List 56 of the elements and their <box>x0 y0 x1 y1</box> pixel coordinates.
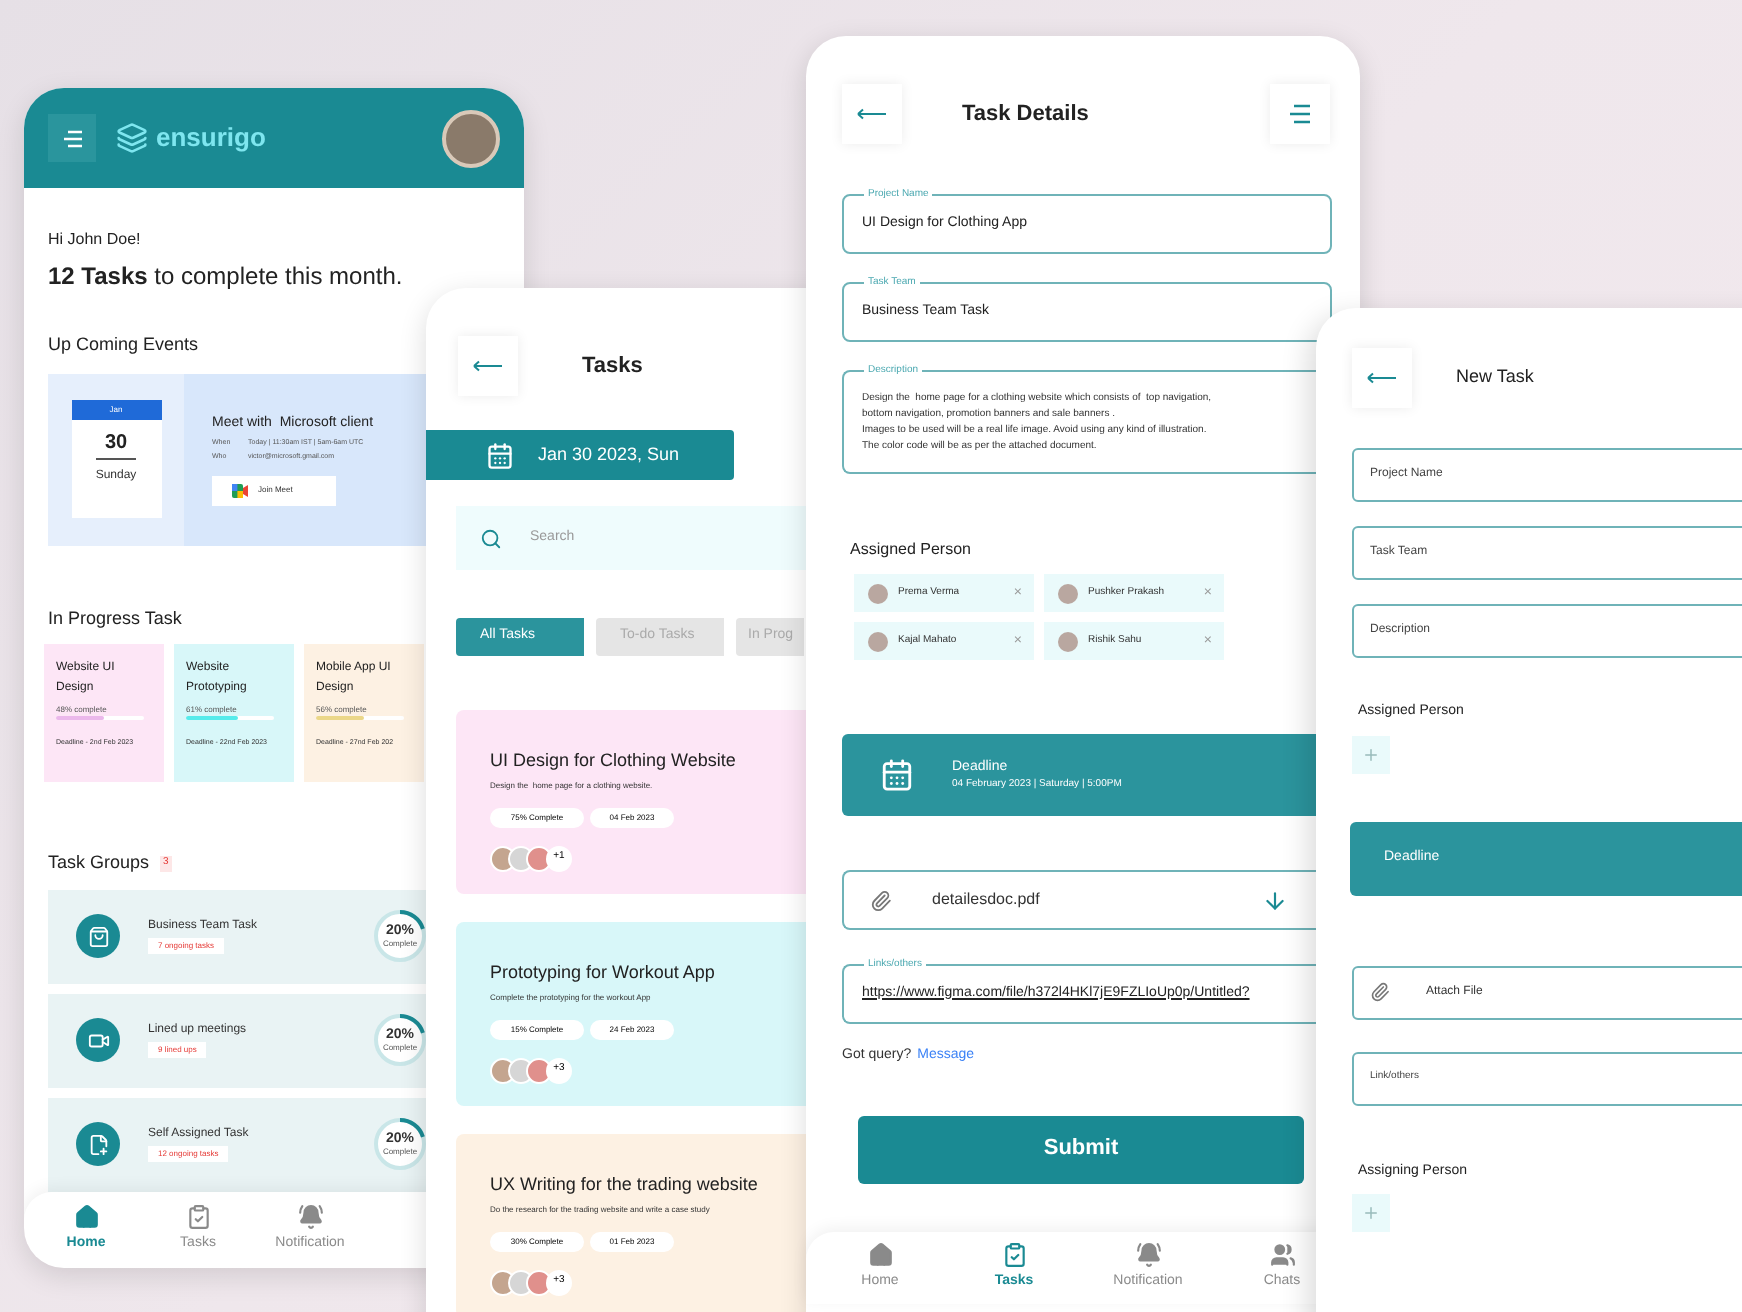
plus-icon <box>1362 745 1380 763</box>
card-title: UI Design for Clothing Website <box>490 748 738 774</box>
section-title: Up Coming Events <box>48 332 201 358</box>
calendar-icon <box>880 758 914 792</box>
plus-icon <box>1362 1204 1380 1222</box>
greeting-text: Hi John Doe! <box>48 228 143 252</box>
avatar <box>868 631 888 651</box>
clipboard-icon <box>1001 1241 1027 1267</box>
section-title: Assigned Person <box>850 538 973 562</box>
back-arrow-icon <box>472 360 504 372</box>
add-button[interactable] <box>1352 735 1390 773</box>
video-call-icon <box>232 483 248 497</box>
document-icon <box>87 1133 109 1155</box>
paperclip-icon <box>870 889 892 911</box>
back-arrow-icon <box>856 108 888 120</box>
clipboard-icon <box>185 1204 211 1231</box>
profile-avatar[interactable] <box>442 109 500 167</box>
logo-icon <box>116 122 148 154</box>
home-icon <box>867 1241 893 1267</box>
people-icon <box>1269 1241 1295 1267</box>
date-text: Jan 30 2023, Sun <box>538 441 680 468</box>
paperclip-icon <box>1370 982 1390 1002</box>
avatar <box>868 583 888 603</box>
day-number: 30 <box>96 428 136 460</box>
section-title: Task Groups <box>48 850 150 876</box>
bag-icon <box>87 925 109 947</box>
avatar <box>1058 583 1078 603</box>
menu-icon <box>61 129 83 147</box>
description-field[interactable] <box>842 370 1316 474</box>
back-button[interactable] <box>842 84 902 144</box>
card-title: UX Writing for the trading website <box>490 1172 760 1198</box>
brand-name: ensurigo <box>156 120 266 157</box>
menu-button[interactable] <box>1270 84 1330 144</box>
submit-button[interactable]: Submit <box>858 1115 1304 1183</box>
download-icon[interactable] <box>1262 887 1288 913</box>
menu-button[interactable] <box>48 114 96 162</box>
section-title: In Progress Task <box>48 605 184 632</box>
task-summary: 12 Tasks to complete this month. <box>48 260 405 294</box>
screen-title: New Task <box>1456 364 1534 391</box>
calendar-icon <box>486 441 514 469</box>
add-button[interactable] <box>1352 1194 1390 1232</box>
back-button[interactable] <box>458 336 518 396</box>
card-title: Prototyping for Workout App <box>490 960 717 986</box>
back-arrow-icon <box>1366 372 1398 384</box>
bell-icon <box>1135 1241 1161 1267</box>
home-icon <box>73 1204 99 1231</box>
file-name: detailesdoc.pdf <box>932 888 1040 912</box>
search-icon <box>480 527 502 549</box>
menu-icon <box>1288 104 1312 124</box>
back-button[interactable] <box>1352 348 1412 408</box>
screen-title: Task Details <box>962 99 1089 130</box>
screen-title: Tasks <box>582 351 643 382</box>
bell-icon <box>297 1204 323 1231</box>
attachment-field[interactable]: detailesdoc.pdf <box>842 870 1316 930</box>
avatar <box>1058 631 1078 651</box>
video-camera-icon <box>87 1029 109 1051</box>
